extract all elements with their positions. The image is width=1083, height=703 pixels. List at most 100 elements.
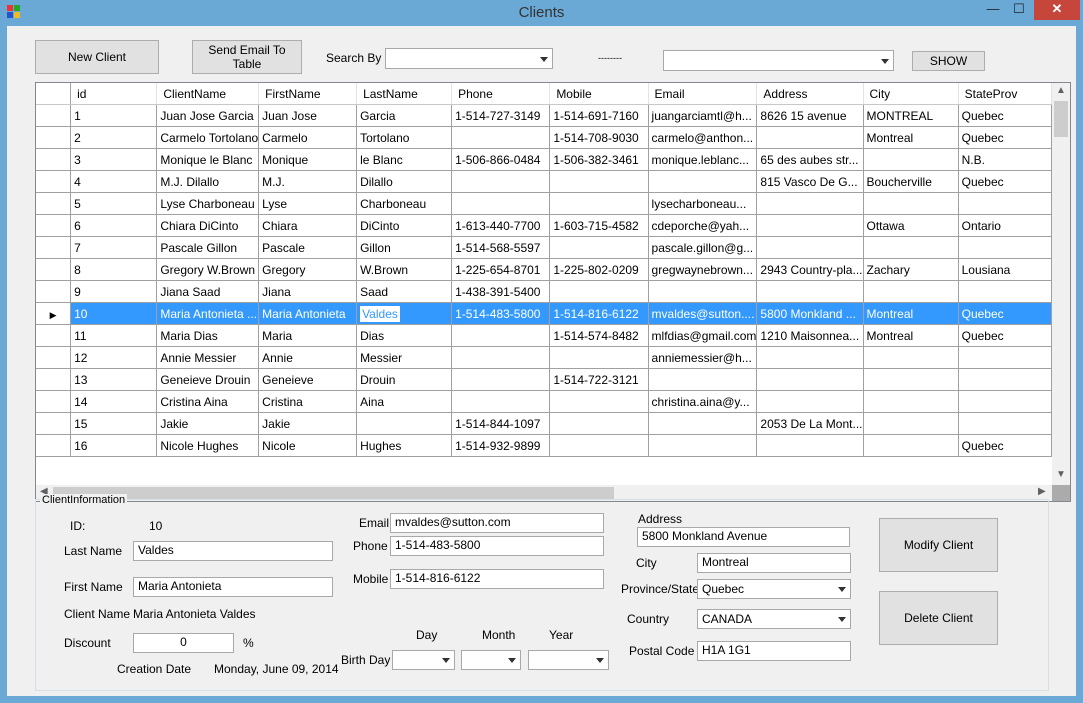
table-cell[interactable]: DiCinto xyxy=(356,214,453,237)
table-cell[interactable]: 1-514-816-6122 xyxy=(549,302,649,325)
table-cell[interactable]: Aina xyxy=(356,390,453,413)
address-field[interactable]: 5800 Monkland Avenue xyxy=(637,527,850,547)
table-cell[interactable] xyxy=(756,192,864,215)
table-cell[interactable]: 1-514-574-8482 xyxy=(549,324,649,347)
table-cell[interactable] xyxy=(451,170,551,193)
table-cell[interactable]: Monique le Blanc xyxy=(156,148,260,171)
table-cell[interactable]: 1-225-654-8701 xyxy=(451,258,551,281)
table-cell[interactable]: Maria Antonieta ... xyxy=(156,302,260,325)
table-cell[interactable]: monique.leblanc... xyxy=(648,148,758,171)
table-cell[interactable]: Chiara xyxy=(258,214,358,237)
table-cell[interactable]: Nicole Hughes xyxy=(156,434,260,457)
table-cell[interactable] xyxy=(549,390,649,413)
table-cell[interactable] xyxy=(863,346,959,369)
table-cell[interactable] xyxy=(648,434,758,457)
table-cell[interactable]: Garcia xyxy=(356,104,453,127)
table-row[interactable]: 16 Nicole Hughes Nicole Hughes 1-514-932-989… xyxy=(36,434,1052,457)
table-row[interactable]: 13 Geneieve Drouin Geneieve Drouin 1-514-722… xyxy=(36,368,1052,391)
show-button[interactable]: SHOW xyxy=(912,51,985,71)
table-cell[interactable]: Montreal xyxy=(863,324,959,347)
send-email-button[interactable]: Send Email To Table xyxy=(192,40,302,74)
table-cell[interactable]: mlfdias@gmail.com xyxy=(648,324,758,347)
table-cell[interactable]: 5 xyxy=(70,192,158,215)
table-cell[interactable]: Lyse xyxy=(258,192,358,215)
table-cell[interactable] xyxy=(958,412,1052,435)
table-cell[interactable]: Annie xyxy=(258,346,358,369)
column-header[interactable]: ClientName xyxy=(156,83,260,105)
row-header-corner[interactable] xyxy=(36,83,72,105)
table-cell[interactable]: Montreal xyxy=(863,302,959,325)
table-cell[interactable]: carmelo@anthon... xyxy=(648,126,758,149)
table-cell[interactable]: Maria Dias xyxy=(156,324,260,347)
table-cell[interactable]: Dilallo xyxy=(356,170,453,193)
table-cell[interactable]: Zachary xyxy=(863,258,959,281)
table-cell[interactable]: 65 des aubes str... xyxy=(756,148,864,171)
table-cell[interactable] xyxy=(863,412,959,435)
horizontal-scroll-thumb[interactable] xyxy=(53,487,614,499)
table-cell[interactable] xyxy=(451,192,551,215)
scroll-up-icon[interactable]: ▲ xyxy=(1056,85,1066,96)
table-cell[interactable]: Annie Messier xyxy=(156,346,260,369)
table-cell[interactable]: Lyse Charboneau xyxy=(156,192,260,215)
table-cell[interactable]: 1-438-391-5400 xyxy=(451,280,551,303)
column-header[interactable]: Phone xyxy=(451,83,551,105)
table-cell[interactable]: Quebec xyxy=(958,324,1052,347)
table-cell[interactable] xyxy=(756,126,864,149)
phone-field[interactable]: 1-514-483-5800 xyxy=(390,536,604,556)
row-header[interactable] xyxy=(36,368,72,391)
table-row[interactable]: 11 Maria Dias Maria Dias 1-514-574-8482 mlfdi… xyxy=(36,324,1052,347)
table-cell[interactable]: Messier xyxy=(356,346,453,369)
table-cell[interactable] xyxy=(756,346,864,369)
title-bar[interactable]: Clients — ☐ ✕ xyxy=(0,0,1083,26)
table-row[interactable]: 3 Monique le Blanc Monique le Blanc 1-506-86… xyxy=(36,148,1052,171)
column-header[interactable]: FirstName xyxy=(258,83,358,105)
table-row[interactable]: 5 Lyse Charboneau Lyse Charboneau lysecharbo… xyxy=(36,192,1052,215)
table-cell[interactable]: Dias xyxy=(356,324,453,347)
table-cell[interactable] xyxy=(958,346,1052,369)
table-cell[interactable]: 1-514-932-9899 xyxy=(451,434,551,457)
table-cell[interactable]: Jakie xyxy=(156,412,260,435)
table-cell[interactable]: 11 xyxy=(70,324,158,347)
birth-day-dropdown[interactable] xyxy=(392,650,455,670)
table-cell[interactable]: Cristina xyxy=(258,390,358,413)
table-cell[interactable]: M.J. xyxy=(258,170,358,193)
table-cell[interactable] xyxy=(549,346,649,369)
province-dropdown[interactable]: Quebec xyxy=(697,579,851,599)
row-header[interactable] xyxy=(36,170,72,193)
column-header[interactable]: Mobile xyxy=(549,83,649,105)
table-row[interactable]: 2 Carmelo Tortolano Carmelo Tortolano 1-514-… xyxy=(36,126,1052,149)
vertical-scroll-thumb[interactable] xyxy=(1054,101,1068,137)
table-cell[interactable] xyxy=(958,280,1052,303)
table-cell[interactable] xyxy=(648,170,758,193)
table-cell[interactable] xyxy=(958,236,1052,259)
table-cell[interactable]: N.B. xyxy=(958,148,1052,171)
table-row[interactable]: 6 Chiara DiCinto Chiara DiCinto 1-613-440-77… xyxy=(36,214,1052,237)
table-cell[interactable]: le Blanc xyxy=(356,148,453,171)
table-cell[interactable]: Pascale xyxy=(258,236,358,259)
table-cell[interactable]: Tortolano xyxy=(356,126,453,149)
row-header[interactable] xyxy=(36,434,72,457)
table-row[interactable]: 12 Annie Messier Annie Messier anniemessier@… xyxy=(36,346,1052,369)
table-cell[interactable] xyxy=(863,368,959,391)
table-row[interactable]: 9 Jiana Saad Jiana Saad 1-438-391-5400 xyxy=(36,280,1052,303)
table-cell[interactable] xyxy=(756,434,864,457)
table-cell[interactable]: 10 xyxy=(70,302,158,325)
table-cell[interactable]: Chiara DiCinto xyxy=(156,214,260,237)
row-header[interactable] xyxy=(36,126,72,149)
table-cell[interactable]: mvaldes@sutton.... xyxy=(648,302,758,325)
table-cell[interactable]: 8626 15 avenue xyxy=(756,104,864,127)
vertical-scrollbar[interactable]: ▲ ▼ xyxy=(1052,83,1070,485)
email-field[interactable]: mvaldes@sutton.com xyxy=(390,513,604,533)
table-cell[interactable]: christina.aina@y... xyxy=(648,390,758,413)
row-header[interactable] xyxy=(36,104,72,127)
table-cell[interactable]: Hughes xyxy=(356,434,453,457)
table-cell[interactable]: 1 xyxy=(70,104,158,127)
table-cell[interactable]: 14 xyxy=(70,390,158,413)
table-cell[interactable] xyxy=(549,192,649,215)
table-cell[interactable]: 1-506-866-0484 xyxy=(451,148,551,171)
table-cell[interactable]: Geneieve Drouin xyxy=(156,368,260,391)
table-cell[interactable] xyxy=(356,412,453,435)
table-cell[interactable] xyxy=(648,368,758,391)
table-cell[interactable] xyxy=(648,280,758,303)
table-row[interactable]: 4 M.J. Dilallo M.J. Dilallo 815 Vasco De G..… xyxy=(36,170,1052,193)
